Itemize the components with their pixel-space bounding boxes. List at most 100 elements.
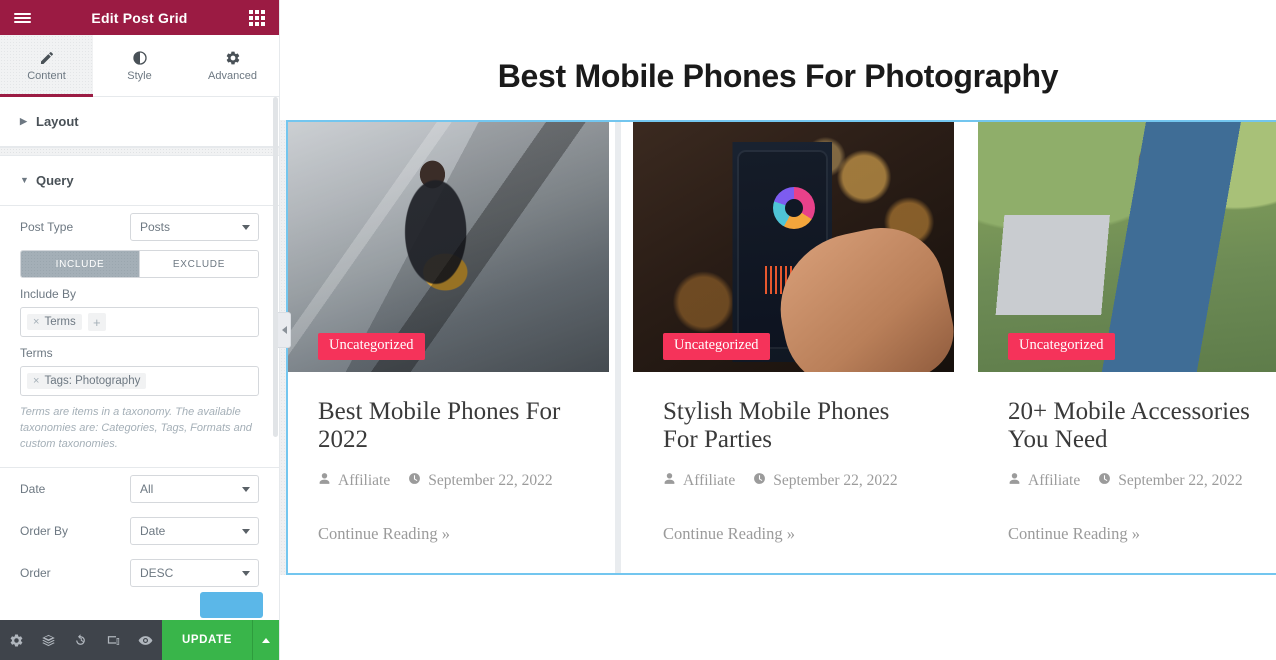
tab-advanced[interactable]: Advanced (186, 35, 279, 96)
section-layout[interactable]: ▶ Layout (0, 97, 279, 147)
history-revisions-icon[interactable] (65, 620, 97, 660)
post-title[interactable]: Best Mobile Phones For 2022 (318, 398, 579, 454)
terms-token-input[interactable]: × Tags: Photography (20, 366, 259, 396)
panel-scrollbar-thumb[interactable] (273, 97, 278, 437)
date-value: All (140, 481, 154, 496)
tab-content-label: Content (27, 69, 66, 82)
pencil-icon (39, 50, 55, 66)
layers-navigator-icon[interactable] (32, 620, 64, 660)
post-title[interactable]: 20+ Mobile Accessories You Need (1008, 398, 1269, 454)
post-author-name: Affiliate (683, 472, 736, 489)
query-controls: Post Type Posts INCLUDE EXCLUDE Include … (0, 206, 279, 453)
post-grid-widget[interactable]: Uncategorized Best Mobile Phones For 202… (286, 120, 1276, 575)
include-toggle-button[interactable]: INCLUDE (21, 251, 139, 277)
clock-icon (753, 472, 766, 490)
panel-body: ▶ Layout ▼ Query Post Type Posts INCLUDE… (0, 97, 279, 620)
clock-icon (408, 472, 421, 490)
tab-advanced-label: Advanced (208, 69, 257, 82)
post-card-body: Best Mobile Phones For 2022 Affiliate Se… (288, 372, 609, 544)
update-button-group: UPDATE (161, 620, 279, 660)
post-card-body: 20+ Mobile Accessories You Need Affiliat… (978, 372, 1276, 544)
hamburger-menu-icon[interactable] (0, 11, 44, 25)
order-value: DESC (140, 565, 174, 580)
query-order-controls: Date All Order By Date Order DESC (0, 468, 279, 594)
post-author: Affiliate (1008, 472, 1080, 490)
chevron-down-icon (242, 570, 250, 576)
post-card[interactable]: Uncategorized Best Mobile Phones For 202… (288, 122, 609, 573)
continue-reading-link[interactable]: Continue Reading » (1008, 524, 1269, 544)
update-options-button[interactable] (252, 620, 279, 660)
panel-scroll-area[interactable]: ▶ Layout ▼ Query Post Type Posts INCLUDE… (0, 97, 279, 620)
include-by-token-input[interactable]: × Terms + (20, 307, 259, 337)
post-date-value: September 22, 2022 (773, 472, 898, 489)
category-badge[interactable]: Uncategorized (318, 333, 425, 360)
post-thumbnail[interactable]: Uncategorized (633, 122, 954, 372)
post-author: Affiliate (318, 472, 390, 490)
post-date-value: September 22, 2022 (1118, 472, 1243, 489)
post-date-value: September 22, 2022 (428, 472, 553, 489)
chevron-down-icon: ▼ (20, 175, 29, 185)
category-badge[interactable]: Uncategorized (1008, 333, 1115, 360)
continue-reading-link[interactable]: Continue Reading » (663, 524, 924, 544)
control-order-by: Order By Date (20, 510, 259, 552)
order-by-select[interactable]: Date (130, 516, 259, 545)
token-remove-icon[interactable]: × (33, 316, 39, 328)
section-layout-label: Layout (36, 114, 79, 129)
order-by-label: Order By (20, 523, 69, 538)
chevron-down-icon (242, 225, 250, 230)
include-by-label: Include By (20, 287, 77, 301)
post-date: September 22, 2022 (753, 472, 898, 490)
control-date: Date All (20, 468, 259, 510)
post-card[interactable]: Uncategorized 20+ Mobile Accessories You… (978, 122, 1276, 573)
chevron-left-icon (281, 326, 287, 334)
post-type-label: Post Type (20, 220, 74, 234)
responsive-mode-icon[interactable] (97, 620, 129, 660)
preview-canvas: Best Mobile Phones For Photography Uncat… (280, 0, 1276, 660)
page-title: Best Mobile Phones For Photography (497, 58, 1059, 94)
post-meta: Affiliate September 22, 2022 (318, 472, 579, 490)
update-button[interactable]: UPDATE (161, 620, 252, 660)
token-terms-label: Terms (44, 316, 76, 328)
add-token-icon[interactable]: + (87, 313, 106, 331)
clock-icon (1098, 472, 1111, 490)
token-remove-icon[interactable]: × (33, 375, 39, 387)
post-author-name: Affiliate (1028, 472, 1081, 489)
chevron-right-icon: ▶ (20, 116, 27, 126)
preview-eye-icon[interactable] (130, 620, 162, 660)
tab-style-label: Style (127, 69, 152, 82)
editor-panel: Edit Post Grid Content Style Advanced ▶ … (0, 0, 280, 660)
post-card[interactable]: Uncategorized Stylish Mobile Phones For … (633, 122, 954, 573)
post-title[interactable]: Stylish Mobile Phones For Parties (663, 398, 924, 454)
user-icon (663, 472, 676, 490)
date-select[interactable]: All (130, 474, 259, 503)
category-badge[interactable]: Uncategorized (663, 333, 770, 360)
post-author: Affiliate (663, 472, 735, 490)
section-separator (0, 147, 279, 156)
exclude-toggle-button[interactable]: EXCLUDE (139, 251, 258, 277)
apps-grid-icon[interactable] (235, 9, 279, 26)
order-by-value: Date (140, 523, 166, 538)
post-meta: Affiliate September 22, 2022 (663, 472, 924, 490)
token-tags-photography[interactable]: × Tags: Photography (27, 373, 147, 389)
continue-reading-link[interactable]: Continue Reading » (318, 524, 579, 544)
section-query[interactable]: ▼ Query (0, 156, 279, 206)
token-tags-photography-label: Tags: Photography (44, 375, 141, 387)
post-thumbnail[interactable]: Uncategorized (978, 122, 1276, 372)
date-label: Date (20, 481, 46, 496)
post-meta: Affiliate September 22, 2022 (1008, 472, 1269, 490)
settings-gear-icon[interactable] (0, 620, 32, 660)
panel-footer: UPDATE (0, 620, 279, 660)
post-type-select[interactable]: Posts (130, 213, 259, 241)
tab-content[interactable]: Content (0, 35, 93, 97)
control-order: Order DESC (20, 552, 259, 594)
post-thumbnail[interactable]: Uncategorized (288, 122, 609, 372)
tab-style[interactable]: Style (93, 35, 186, 96)
panel-scrollbar[interactable] (272, 97, 279, 620)
panel-tabs: Content Style Advanced (0, 35, 279, 97)
partially-hidden-button[interactable] (200, 592, 263, 618)
token-terms[interactable]: × Terms (27, 314, 82, 330)
order-select[interactable]: DESC (130, 558, 259, 587)
collapse-panel-handle[interactable] (278, 312, 291, 348)
user-icon (1008, 472, 1021, 490)
post-date: September 22, 2022 (408, 472, 553, 490)
